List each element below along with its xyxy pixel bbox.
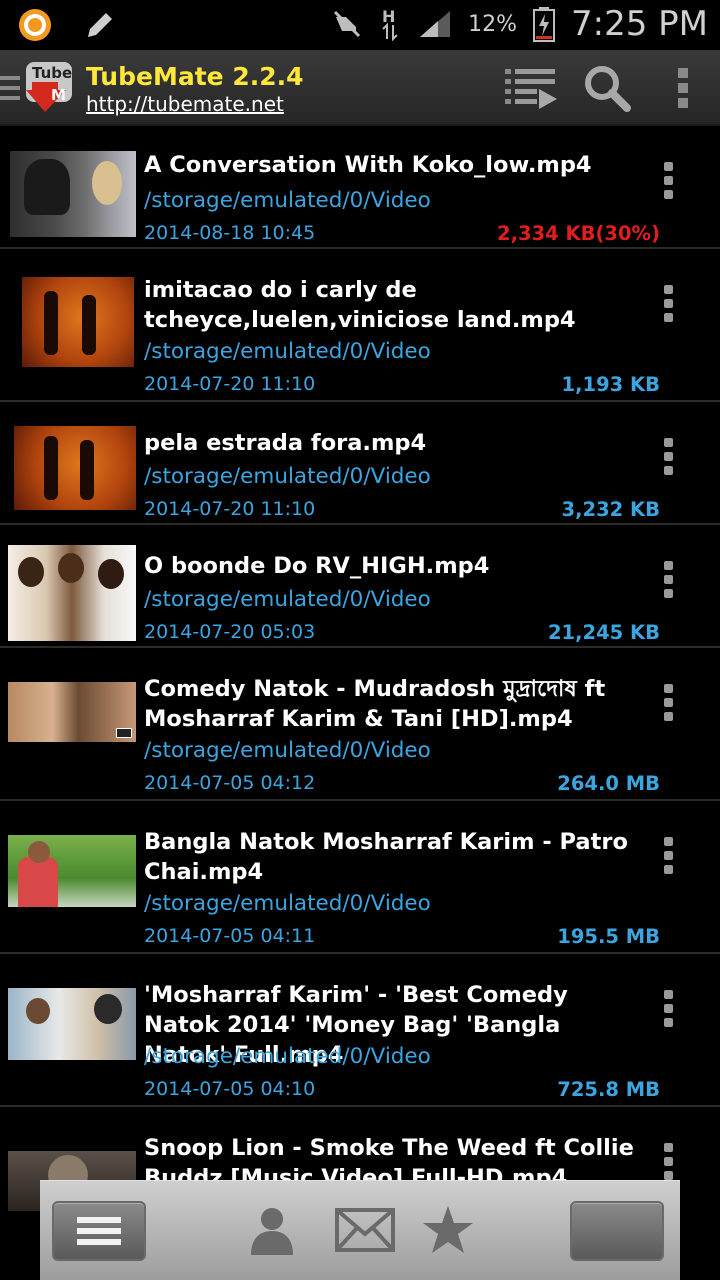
item-menu-icon[interactable] bbox=[660, 438, 676, 475]
file-date: 2014-07-05 04:12 bbox=[144, 772, 316, 794]
file-title: pela estrada fora.mp4 bbox=[144, 430, 427, 456]
file-title: Bangla Natok Mosharraf Karim - Patro Cha… bbox=[144, 829, 628, 885]
file-date: 2014-08-18 10:45 bbox=[144, 222, 316, 244]
battery-percent: 12% bbox=[468, 11, 517, 37]
item-menu-icon[interactable] bbox=[660, 684, 676, 721]
mute-icon bbox=[334, 10, 361, 38]
file-title: Comedy Natok - Mudradosh মুদ্রাদোষ ft Mo… bbox=[144, 676, 606, 732]
blank-button[interactable] bbox=[570, 1201, 664, 1261]
menu-button[interactable] bbox=[52, 1201, 146, 1261]
pencil-icon bbox=[88, 13, 112, 37]
file-size: 1,193 KB bbox=[561, 373, 660, 396]
item-menu-icon[interactable] bbox=[660, 285, 676, 322]
search-icon bbox=[585, 66, 631, 112]
app-bar: Tube M TubeMate 2.2.4 http://tubemate.ne… bbox=[0, 50, 720, 126]
avast-icon bbox=[19, 9, 51, 41]
file-size: 2,334 KB(30%) bbox=[497, 222, 660, 245]
contacts-button[interactable] bbox=[244, 1201, 300, 1259]
video-thumbnail bbox=[8, 682, 136, 742]
file-date: 2014-07-20 11:10 bbox=[144, 498, 316, 520]
status-bar: H 12% 7:25 PM bbox=[0, 0, 720, 50]
item-menu-icon[interactable] bbox=[660, 837, 676, 874]
file-path: /storage/emulated/0/Video bbox=[144, 339, 431, 364]
messages-icon bbox=[335, 1208, 395, 1252]
hspa-icon: H bbox=[382, 7, 398, 41]
signal-icon bbox=[420, 11, 451, 37]
video-thumbnail bbox=[8, 835, 136, 907]
overflow-menu-button[interactable] bbox=[666, 60, 700, 116]
file-title: A Conversation With Koko_low.mp4 bbox=[144, 152, 592, 178]
app-title: TubeMate 2.2.4 bbox=[86, 62, 304, 91]
tubemate-logo-icon: Tube M bbox=[26, 62, 72, 112]
contacts-icon bbox=[251, 1208, 293, 1255]
messages-button[interactable] bbox=[334, 1201, 396, 1259]
file-title: imitacao do i carly de tcheyce,luelen,vi… bbox=[144, 277, 576, 333]
list-item[interactable]: Bangla Natok Mosharraf Karim - Patro Cha… bbox=[0, 801, 720, 954]
item-menu-icon[interactable] bbox=[660, 1143, 676, 1180]
favorites-button[interactable] bbox=[420, 1201, 476, 1259]
svg-text:H: H bbox=[382, 7, 395, 26]
file-title: O boonde Do RV_HIGH.mp4 bbox=[144, 553, 490, 579]
video-thumbnail bbox=[14, 426, 136, 510]
file-path: /storage/emulated/0/Video bbox=[144, 891, 431, 916]
file-size: 725.8 MB bbox=[557, 1078, 660, 1101]
item-menu-icon[interactable] bbox=[660, 162, 676, 199]
clock: 7:25 PM bbox=[571, 4, 708, 44]
file-path: /storage/emulated/0/Video bbox=[144, 1044, 431, 1069]
file-size: 264.0 MB bbox=[557, 772, 660, 795]
file-path: /storage/emulated/0/Video bbox=[144, 188, 431, 213]
playlist-icon bbox=[505, 69, 557, 109]
bottom-toolbar bbox=[40, 1180, 680, 1280]
website-link[interactable]: http://tubemate.net bbox=[86, 92, 284, 116]
file-date: 2014-07-05 04:10 bbox=[144, 1078, 316, 1100]
list-item[interactable]: A Conversation With Koko_low.mp4 /storag… bbox=[0, 126, 720, 249]
search-button[interactable] bbox=[580, 60, 634, 116]
overflow-menu-icon bbox=[678, 68, 688, 108]
video-thumbnail bbox=[22, 277, 134, 367]
menu-icon bbox=[77, 1217, 121, 1245]
item-menu-icon[interactable] bbox=[660, 561, 676, 598]
file-size: 195.5 MB bbox=[557, 925, 660, 948]
drawer-handle-icon[interactable] bbox=[0, 74, 22, 104]
video-thumbnail bbox=[8, 988, 136, 1060]
file-date: 2014-07-20 11:10 bbox=[144, 373, 316, 395]
list-item[interactable]: Comedy Natok - Mudradosh মুদ্রাদোষ ft Mo… bbox=[0, 648, 720, 801]
playlist-button[interactable] bbox=[498, 60, 562, 116]
svg-text:Tube: Tube bbox=[32, 64, 72, 82]
file-size: 3,232 KB bbox=[561, 498, 660, 521]
list-item[interactable]: pela estrada fora.mp4 /storage/emulated/… bbox=[0, 402, 720, 525]
download-list: A Conversation With Koko_low.mp4 /storag… bbox=[0, 126, 720, 1217]
item-menu-icon[interactable] bbox=[660, 990, 676, 1027]
file-path: /storage/emulated/0/Video bbox=[144, 587, 431, 612]
file-date: 2014-07-20 05:03 bbox=[144, 621, 316, 643]
file-path: /storage/emulated/0/Video bbox=[144, 738, 431, 763]
file-size: 21,245 KB bbox=[547, 621, 660, 644]
battery-icon bbox=[533, 7, 555, 42]
file-date: 2014-07-05 04:11 bbox=[144, 925, 316, 947]
list-item[interactable]: 'Mosharraf Karim' - 'Best Comedy Natok 2… bbox=[0, 954, 720, 1107]
video-thumbnail bbox=[8, 545, 136, 641]
favorites-icon bbox=[423, 1206, 473, 1253]
video-thumbnail bbox=[10, 151, 136, 237]
svg-text:M: M bbox=[51, 86, 66, 104]
list-item[interactable]: O boonde Do RV_HIGH.mp4 /storage/emulate… bbox=[0, 525, 720, 648]
file-path: /storage/emulated/0/Video bbox=[144, 464, 431, 489]
list-item[interactable]: imitacao do i carly de tcheyce,luelen,vi… bbox=[0, 249, 720, 402]
